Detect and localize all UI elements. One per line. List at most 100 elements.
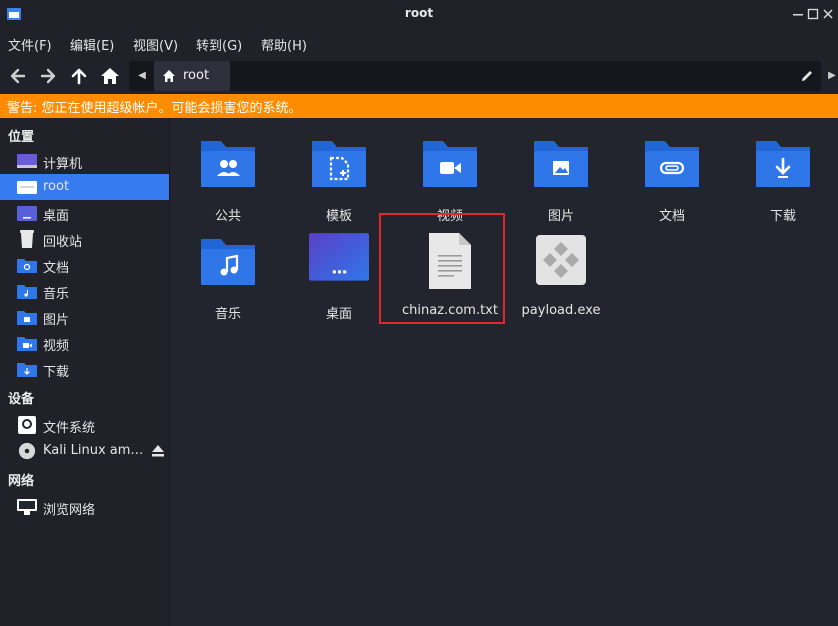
sidebar-item-filesystem[interactable]: 文件系统 — [0, 412, 169, 438]
arrow-left-icon — [10, 68, 26, 84]
home-folder-icon — [17, 181, 37, 194]
sidebar-item-downloads[interactable]: 下载 — [0, 356, 169, 382]
highlight-annotation-box — [379, 213, 505, 324]
downloads-folder-icon — [756, 141, 810, 187]
sidebar-item-label: 图片 — [43, 313, 70, 328]
desktop-icon — [17, 206, 37, 221]
sidebar-item-label: 下载 — [43, 365, 70, 380]
computer-icon — [17, 154, 37, 168]
menu-help[interactable]: 帮助(H) — [261, 35, 307, 54]
menu-go[interactable]: 转到(G) — [196, 35, 242, 54]
file-name: 文档 — [658, 209, 685, 224]
music-folder-icon — [17, 285, 37, 299]
trash-icon — [20, 230, 34, 248]
back-button[interactable] — [7, 65, 29, 87]
toolbar: ◀ root ▶ — [0, 58, 838, 94]
sidebar-item-label: 计算机 — [43, 157, 83, 172]
path-crumb-label: root — [183, 68, 210, 83]
edit-location-button[interactable] — [799, 68, 815, 84]
close-icon — [823, 9, 833, 19]
file-name: 音乐 — [214, 307, 241, 322]
sidebar-item-computer[interactable]: 计算机 — [0, 148, 169, 174]
arrow-right-icon — [40, 68, 56, 84]
close-button[interactable] — [820, 6, 836, 22]
templates-folder-icon — [312, 141, 366, 187]
file-name: 下载 — [769, 209, 796, 224]
documents-folder-icon — [17, 259, 37, 273]
sidebar-item-pictures[interactable]: 图片 — [0, 304, 169, 330]
pencil-icon — [802, 71, 812, 81]
file-name: 桌面 — [325, 307, 352, 322]
file-item-documents[interactable]: 文档 — [618, 132, 726, 228]
home-button[interactable] — [99, 65, 121, 87]
minimize-button[interactable] — [790, 6, 806, 22]
sidebar-item-label: 回收站 — [43, 235, 83, 250]
videos-folder-icon — [17, 337, 37, 351]
sidebar-item-label: 文件系统 — [43, 421, 96, 436]
up-button[interactable] — [68, 65, 90, 87]
file-item-payload-exe[interactable]: payload.exe — [507, 230, 615, 326]
minimize-icon — [793, 14, 803, 16]
devices-heading: 设备 — [8, 392, 35, 407]
sidebar-item-music[interactable]: 音乐 — [0, 278, 169, 304]
pictures-folder-icon — [534, 141, 588, 187]
sidebar-item-label: 音乐 — [43, 287, 70, 302]
sidebar: 位置 计算机 root 桌面 回收站 文档 音乐 图片 视频 下载 设备 文件系… — [0, 118, 170, 626]
places-heading: 位置 — [8, 130, 35, 145]
file-item-music[interactable]: 音乐 — [174, 230, 282, 326]
sidebar-item-desktop[interactable]: 桌面 — [0, 200, 169, 226]
pictures-folder-icon — [17, 311, 37, 325]
maximize-icon — [807, 8, 819, 20]
downloads-folder-icon — [17, 363, 37, 377]
file-name: 模板 — [325, 209, 352, 224]
documents-folder-icon — [645, 141, 699, 187]
sidebar-item-label: 视频 — [43, 339, 70, 354]
sidebar-item-label: root — [43, 179, 70, 194]
file-name: 图片 — [547, 209, 574, 224]
desktop-folder-icon — [309, 233, 369, 281]
eject-icon[interactable] — [151, 445, 165, 457]
root-warning-bar: 警告: 您正在使用超级帐户。可能会损害您的系统。 — [0, 94, 838, 118]
music-folder-icon — [201, 239, 255, 285]
file-item-public[interactable]: 公共 — [174, 132, 282, 228]
window-title: root — [404, 6, 434, 20]
file-name: 公共 — [214, 209, 241, 224]
sidebar-item-label: 桌面 — [43, 209, 70, 224]
home-icon — [101, 68, 119, 84]
network-icon — [17, 499, 37, 515]
title-bar: root — [0, 0, 838, 30]
sidebar-item-kali-disc[interactable]: Kali Linux am… — [0, 438, 169, 464]
disc-icon — [18, 442, 36, 460]
sidebar-item-documents[interactable]: 文档 — [0, 252, 169, 278]
arrow-up-icon — [71, 68, 87, 85]
path-scroll-left-button[interactable]: ◀ — [132, 61, 152, 91]
videos-folder-icon — [423, 141, 477, 187]
sidebar-item-label: 浏览网络 — [43, 503, 96, 518]
sidebar-item-label: 文档 — [43, 261, 70, 276]
menu-bar: 文件(F) 编辑(E) 视图(V) 转到(G) 帮助(H) — [0, 30, 838, 58]
file-view: 公共 模板 视频 图片 文档 下载 音乐 桌面 chinaz.com.txt p… — [170, 118, 838, 626]
sidebar-item-browse-network[interactable]: 浏览网络 — [0, 494, 169, 520]
path-scroll-right-button[interactable]: ▶ — [826, 65, 838, 87]
menu-edit[interactable]: 编辑(E) — [70, 35, 114, 54]
menu-file[interactable]: 文件(F) — [8, 35, 52, 54]
sidebar-item-root[interactable]: root — [0, 174, 169, 200]
file-item-pictures[interactable]: 图片 — [507, 132, 615, 228]
file-item-templates[interactable]: 模板 — [285, 132, 393, 228]
sidebar-item-label: Kali Linux am… — [43, 443, 144, 458]
public-folder-icon — [201, 141, 255, 187]
sidebar-item-trash[interactable]: 回收站 — [0, 226, 169, 252]
forward-button[interactable] — [37, 65, 59, 87]
executable-file-icon — [536, 235, 586, 285]
sidebar-item-videos[interactable]: 视频 — [0, 330, 169, 356]
drive-icon — [18, 416, 36, 434]
file-item-desktop[interactable]: 桌面 — [285, 230, 393, 326]
path-crumb-root[interactable]: root — [154, 61, 230, 91]
path-bar: ◀ root — [129, 61, 821, 91]
warning-text: 警告: 您正在使用超级帐户。可能会损害您的系统。 — [7, 101, 302, 116]
file-name: payload.exe — [521, 303, 601, 318]
home-icon — [163, 70, 175, 82]
file-item-downloads[interactable]: 下载 — [729, 132, 837, 228]
maximize-button[interactable] — [805, 6, 821, 22]
menu-view[interactable]: 视图(V) — [133, 35, 178, 54]
